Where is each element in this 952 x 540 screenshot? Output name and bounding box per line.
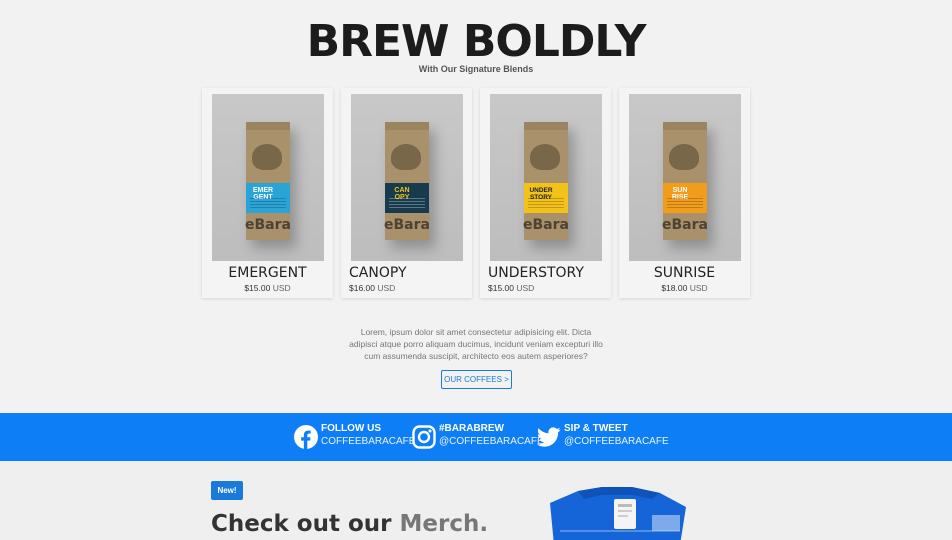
merch-title: Check out our Merch. bbox=[211, 511, 488, 537]
bag-brand: eBara bbox=[662, 217, 708, 233]
product-price: $16.00 USD bbox=[349, 283, 395, 293]
capybara-logo-icon bbox=[669, 144, 699, 170]
hero-subtitle: With Our Signature Blends bbox=[418, 64, 534, 74]
capybara-logo-icon bbox=[252, 144, 282, 170]
twitter-icon bbox=[537, 427, 561, 447]
capybara-logo-icon bbox=[391, 144, 421, 170]
capybara-logo-icon bbox=[530, 144, 560, 170]
merch-title-main: Check out our bbox=[211, 511, 400, 537]
bag-label-line1: SUN bbox=[672, 187, 688, 194]
product-image[interactable]: UNDERSTORY eBara bbox=[490, 94, 602, 261]
product-price: $15.00 USD bbox=[202, 283, 333, 293]
social-title: SIP & TWEET bbox=[564, 423, 628, 434]
social-title: #BARABREW bbox=[439, 423, 504, 434]
social-handle: COFFEEBARACAFE bbox=[321, 436, 416, 447]
hero-title: BREW BOLDLY bbox=[306, 16, 647, 67]
price-currency: USD bbox=[689, 283, 708, 293]
social-handle: @COFFEEBARACAFE bbox=[564, 436, 669, 447]
product-price: $15.00 USD bbox=[488, 283, 534, 293]
price-value: $15.00 bbox=[244, 283, 271, 293]
product-grid: EMERGENT eBara EMERGENT $15.00 USD CANOP… bbox=[202, 88, 750, 298]
product-card-sunrise[interactable]: SUNRISE eBara SUNRISE $18.00 USD bbox=[619, 88, 750, 298]
bag-label: SUNRISE bbox=[663, 183, 707, 213]
price-currency: USD bbox=[272, 283, 291, 293]
new-badge: New! bbox=[211, 481, 243, 500]
coffee-bag-icon: EMERGENT eBara bbox=[245, 122, 291, 240]
bag-label-line1: UNDER bbox=[529, 187, 553, 194]
bag-label-line1: EMER bbox=[252, 187, 274, 194]
product-name[interactable]: EMERGENT bbox=[202, 265, 333, 281]
social-facebook-link[interactable]: FOLLOW US COFFEEBARACAFE bbox=[294, 423, 415, 451]
price-value: $18.00 bbox=[661, 283, 688, 293]
price-currency: USD bbox=[516, 283, 535, 293]
coffee-bag-icon: CANOPY eBara bbox=[384, 122, 430, 240]
product-image[interactable]: SUNRISE eBara bbox=[629, 94, 741, 261]
product-name[interactable]: SUNRISE bbox=[619, 265, 750, 281]
bag-label: CANOPY bbox=[385, 183, 429, 213]
bag-brand: eBara bbox=[245, 217, 291, 233]
coffee-bag-icon: SUNRISE eBara bbox=[662, 122, 708, 240]
merch-title-accent: Merch. bbox=[399, 511, 489, 537]
our-coffees-button[interactable]: OUR COFFEES > bbox=[441, 370, 512, 389]
instagram-icon bbox=[412, 425, 436, 449]
product-card-canopy[interactable]: CANOPY eBara CANOPY $16.00 USD bbox=[341, 88, 472, 298]
coffee-description: Lorem, ipsum dolor sit amet consectetur … bbox=[349, 327, 603, 361]
merch-section: New! Check out our Merch. bbox=[0, 461, 952, 540]
price-value: $15.00 bbox=[488, 283, 514, 293]
bag-brand: eBara bbox=[384, 217, 430, 233]
social-title: FOLLOW US bbox=[321, 423, 381, 434]
product-card-understory[interactable]: UNDERSTORY eBara UNDERSTORY $15.00 USD bbox=[480, 88, 611, 298]
product-card-emergent[interactable]: EMERGENT eBara EMERGENT $15.00 USD bbox=[202, 88, 333, 298]
product-image[interactable]: CANOPY eBara bbox=[351, 94, 463, 261]
social-instagram-link[interactable]: #BARABREW @COFFEEBARACAFE bbox=[412, 423, 544, 451]
bag-label: UNDERSTORY bbox=[524, 183, 568, 213]
price-value: $16.00 bbox=[349, 283, 375, 293]
tshirt-image[interactable] bbox=[540, 485, 690, 540]
product-image[interactable]: EMERGENT eBara bbox=[212, 94, 324, 261]
product-price: $18.00 USD bbox=[619, 283, 750, 293]
facebook-icon bbox=[294, 425, 318, 449]
social-handle: @COFFEEBARACAFE bbox=[439, 436, 544, 447]
bag-label: EMERGENT bbox=[246, 183, 290, 213]
product-name[interactable]: UNDERSTORY bbox=[488, 265, 584, 281]
social-bar: FOLLOW US COFFEEBARACAFE #BARABREW @COFF… bbox=[0, 413, 952, 461]
bag-label-line1: CAN bbox=[394, 187, 410, 194]
social-twitter-link[interactable]: SIP & TWEET @COFFEEBARACAFE bbox=[537, 423, 669, 451]
bag-brand: eBara bbox=[523, 217, 569, 233]
product-name[interactable]: CANOPY bbox=[349, 265, 407, 281]
price-currency: USD bbox=[377, 283, 396, 293]
coffee-bag-icon: UNDERSTORY eBara bbox=[523, 122, 569, 240]
